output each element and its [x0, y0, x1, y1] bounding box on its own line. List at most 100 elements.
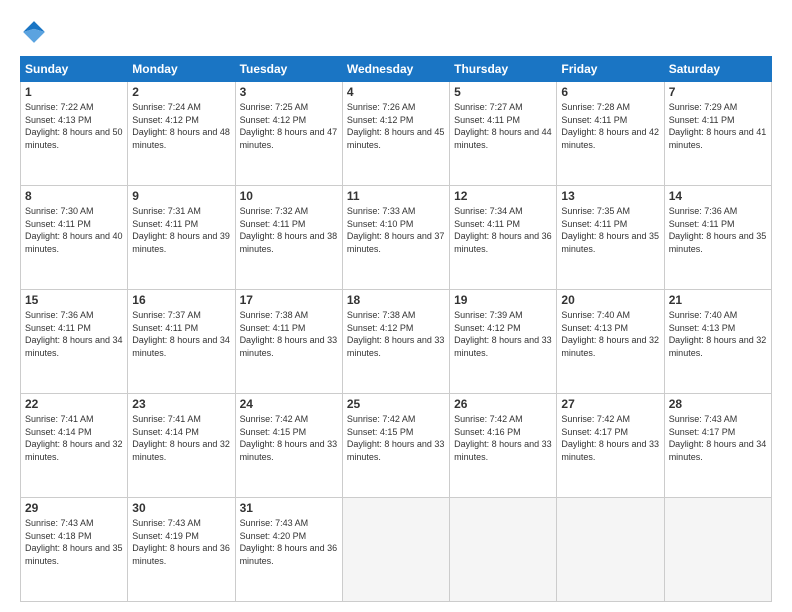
day-number: 8 [25, 189, 123, 203]
calendar-cell: 1Sunrise: 7:22 AMSunset: 4:13 PMDaylight… [21, 82, 128, 186]
calendar-cell: 10 Sunrise: 7:32 AMSunset: 4:11 PMDayligh… [235, 186, 342, 290]
day-info: Sunrise: 7:42 AMSunset: 4:17 PMDaylight:… [561, 413, 659, 463]
day-info: Sunrise: 7:37 AMSunset: 4:11 PMDaylight:… [132, 309, 230, 359]
day-number: 17 [240, 293, 338, 307]
logo [20, 18, 52, 46]
day-info: Sunrise: 7:36 AMSunset: 4:11 PMDaylight:… [669, 205, 767, 255]
calendar-cell: 23 Sunrise: 7:41 AMSunset: 4:14 PMDayligh… [128, 394, 235, 498]
day-number: 26 [454, 397, 552, 411]
calendar-header-row: Sunday Monday Tuesday Wednesday Thursday… [21, 57, 772, 82]
header-friday: Friday [557, 57, 664, 82]
day-info: Sunrise: 7:40 AMSunset: 4:13 PMDaylight:… [561, 309, 659, 359]
day-info: Sunrise: 7:38 AMSunset: 4:11 PMDaylight:… [240, 309, 338, 359]
day-info: Sunrise: 7:34 AMSunset: 4:11 PMDaylight:… [454, 205, 552, 255]
day-info: Sunrise: 7:24 AMSunset: 4:12 PMDaylight:… [132, 101, 230, 151]
calendar-cell: 26 Sunrise: 7:42 AMSunset: 4:16 PMDayligh… [450, 394, 557, 498]
calendar-cell: 4Sunrise: 7:26 AMSunset: 4:12 PMDaylight… [342, 82, 449, 186]
calendar-cell: 24Sunrise: 7:42 AMSunset: 4:15 PMDayligh… [235, 394, 342, 498]
day-number: 5 [454, 85, 552, 99]
calendar-cell: 31 Sunrise: 7:43 AMSunset: 4:20 PMDayligh… [235, 498, 342, 602]
calendar-cell: 20Sunrise: 7:40 AMSunset: 4:13 PMDayligh… [557, 290, 664, 394]
day-info: Sunrise: 7:41 AMSunset: 4:14 PMDaylight:… [132, 413, 230, 463]
day-info: Sunrise: 7:27 AMSunset: 4:11 PMDaylight:… [454, 101, 552, 151]
day-number: 3 [240, 85, 338, 99]
calendar-cell: 27 Sunrise: 7:42 AMSunset: 4:17 PMDayligh… [557, 394, 664, 498]
calendar-cell: 11 Sunrise: 7:33 AMSunset: 4:10 PMDayligh… [342, 186, 449, 290]
day-info: Sunrise: 7:42 AMSunset: 4:15 PMDaylight:… [347, 413, 445, 463]
day-number: 15 [25, 293, 123, 307]
calendar-cell: 8 Sunrise: 7:30 AMSunset: 4:11 PMDaylight… [21, 186, 128, 290]
calendar-cell: 28 Sunrise: 7:43 AMSunset: 4:17 PMDayligh… [664, 394, 771, 498]
calendar-cell: 5 Sunrise: 7:27 AMSunset: 4:11 PMDaylight… [450, 82, 557, 186]
day-number: 12 [454, 189, 552, 203]
calendar-cell: 15 Sunrise: 7:36 AMSunset: 4:11 PMDayligh… [21, 290, 128, 394]
day-info: Sunrise: 7:43 AMSunset: 4:19 PMDaylight:… [132, 517, 230, 567]
calendar-cell: 12 Sunrise: 7:34 AMSunset: 4:11 PMDayligh… [450, 186, 557, 290]
calendar: Sunday Monday Tuesday Wednesday Thursday… [20, 56, 772, 602]
day-info: Sunrise: 7:29 AMSunset: 4:11 PMDaylight:… [669, 101, 767, 151]
day-info: Sunrise: 7:40 AMSunset: 4:13 PMDaylight:… [669, 309, 767, 359]
calendar-cell: 2 Sunrise: 7:24 AMSunset: 4:12 PMDaylight… [128, 82, 235, 186]
header-sunday: Sunday [21, 57, 128, 82]
day-number: 25 [347, 397, 445, 411]
day-number: 2 [132, 85, 230, 99]
day-number: 21 [669, 293, 767, 307]
header-monday: Monday [128, 57, 235, 82]
header-thursday: Thursday [450, 57, 557, 82]
logo-icon [20, 18, 48, 46]
header-saturday: Saturday [664, 57, 771, 82]
day-number: 9 [132, 189, 230, 203]
day-number: 14 [669, 189, 767, 203]
calendar-cell: 21 Sunrise: 7:40 AMSunset: 4:13 PMDayligh… [664, 290, 771, 394]
header [20, 18, 772, 46]
calendar-cell [664, 498, 771, 602]
calendar-cell: 25 Sunrise: 7:42 AMSunset: 4:15 PMDayligh… [342, 394, 449, 498]
calendar-cell: 16Sunrise: 7:37 AMSunset: 4:11 PMDayligh… [128, 290, 235, 394]
calendar-cell: 29 Sunrise: 7:43 AMSunset: 4:18 PMDayligh… [21, 498, 128, 602]
day-number: 22 [25, 397, 123, 411]
day-number: 7 [669, 85, 767, 99]
day-number: 27 [561, 397, 659, 411]
calendar-row: 15 Sunrise: 7:36 AMSunset: 4:11 PMDayligh… [21, 290, 772, 394]
day-info: Sunrise: 7:36 AMSunset: 4:11 PMDaylight:… [25, 309, 123, 359]
day-number: 10 [240, 189, 338, 203]
day-info: Sunrise: 7:32 AMSunset: 4:11 PMDaylight:… [240, 205, 338, 255]
day-info: Sunrise: 7:35 AMSunset: 4:11 PMDaylight:… [561, 205, 659, 255]
day-number: 29 [25, 501, 123, 515]
calendar-row: 1Sunrise: 7:22 AMSunset: 4:13 PMDaylight… [21, 82, 772, 186]
calendar-cell: 14 Sunrise: 7:36 AMSunset: 4:11 PMDayligh… [664, 186, 771, 290]
day-info: Sunrise: 7:33 AMSunset: 4:10 PMDaylight:… [347, 205, 445, 255]
day-info: Sunrise: 7:30 AMSunset: 4:11 PMDaylight:… [25, 205, 123, 255]
day-number: 13 [561, 189, 659, 203]
calendar-row: 8 Sunrise: 7:30 AMSunset: 4:11 PMDaylight… [21, 186, 772, 290]
calendar-cell: 7 Sunrise: 7:29 AMSunset: 4:11 PMDaylight… [664, 82, 771, 186]
day-number: 28 [669, 397, 767, 411]
day-info: Sunrise: 7:42 AMSunset: 4:16 PMDaylight:… [454, 413, 552, 463]
calendar-cell: 6 Sunrise: 7:28 AMSunset: 4:11 PMDaylight… [557, 82, 664, 186]
day-number: 11 [347, 189, 445, 203]
calendar-cell: 13 Sunrise: 7:35 AMSunset: 4:11 PMDayligh… [557, 186, 664, 290]
header-tuesday: Tuesday [235, 57, 342, 82]
day-number: 6 [561, 85, 659, 99]
calendar-cell [342, 498, 449, 602]
header-wednesday: Wednesday [342, 57, 449, 82]
calendar-cell: 17 Sunrise: 7:38 AMSunset: 4:11 PMDayligh… [235, 290, 342, 394]
day-number: 4 [347, 85, 445, 99]
calendar-cell [557, 498, 664, 602]
day-info: Sunrise: 7:43 AMSunset: 4:18 PMDaylight:… [25, 517, 123, 567]
calendar-cell: 18Sunrise: 7:38 AMSunset: 4:12 PMDayligh… [342, 290, 449, 394]
day-number: 24 [240, 397, 338, 411]
day-info: Sunrise: 7:43 AMSunset: 4:17 PMDaylight:… [669, 413, 767, 463]
day-number: 31 [240, 501, 338, 515]
day-number: 1 [25, 85, 123, 99]
day-info: Sunrise: 7:39 AMSunset: 4:12 PMDaylight:… [454, 309, 552, 359]
calendar-row: 22 Sunrise: 7:41 AMSunset: 4:14 PMDayligh… [21, 394, 772, 498]
calendar-cell [450, 498, 557, 602]
day-number: 18 [347, 293, 445, 307]
day-info: Sunrise: 7:43 AMSunset: 4:20 PMDaylight:… [240, 517, 338, 567]
day-info: Sunrise: 7:41 AMSunset: 4:14 PMDaylight:… [25, 413, 123, 463]
day-info: Sunrise: 7:28 AMSunset: 4:11 PMDaylight:… [561, 101, 659, 151]
calendar-cell: 19Sunrise: 7:39 AMSunset: 4:12 PMDayligh… [450, 290, 557, 394]
page: Sunday Monday Tuesday Wednesday Thursday… [0, 0, 792, 612]
day-number: 23 [132, 397, 230, 411]
